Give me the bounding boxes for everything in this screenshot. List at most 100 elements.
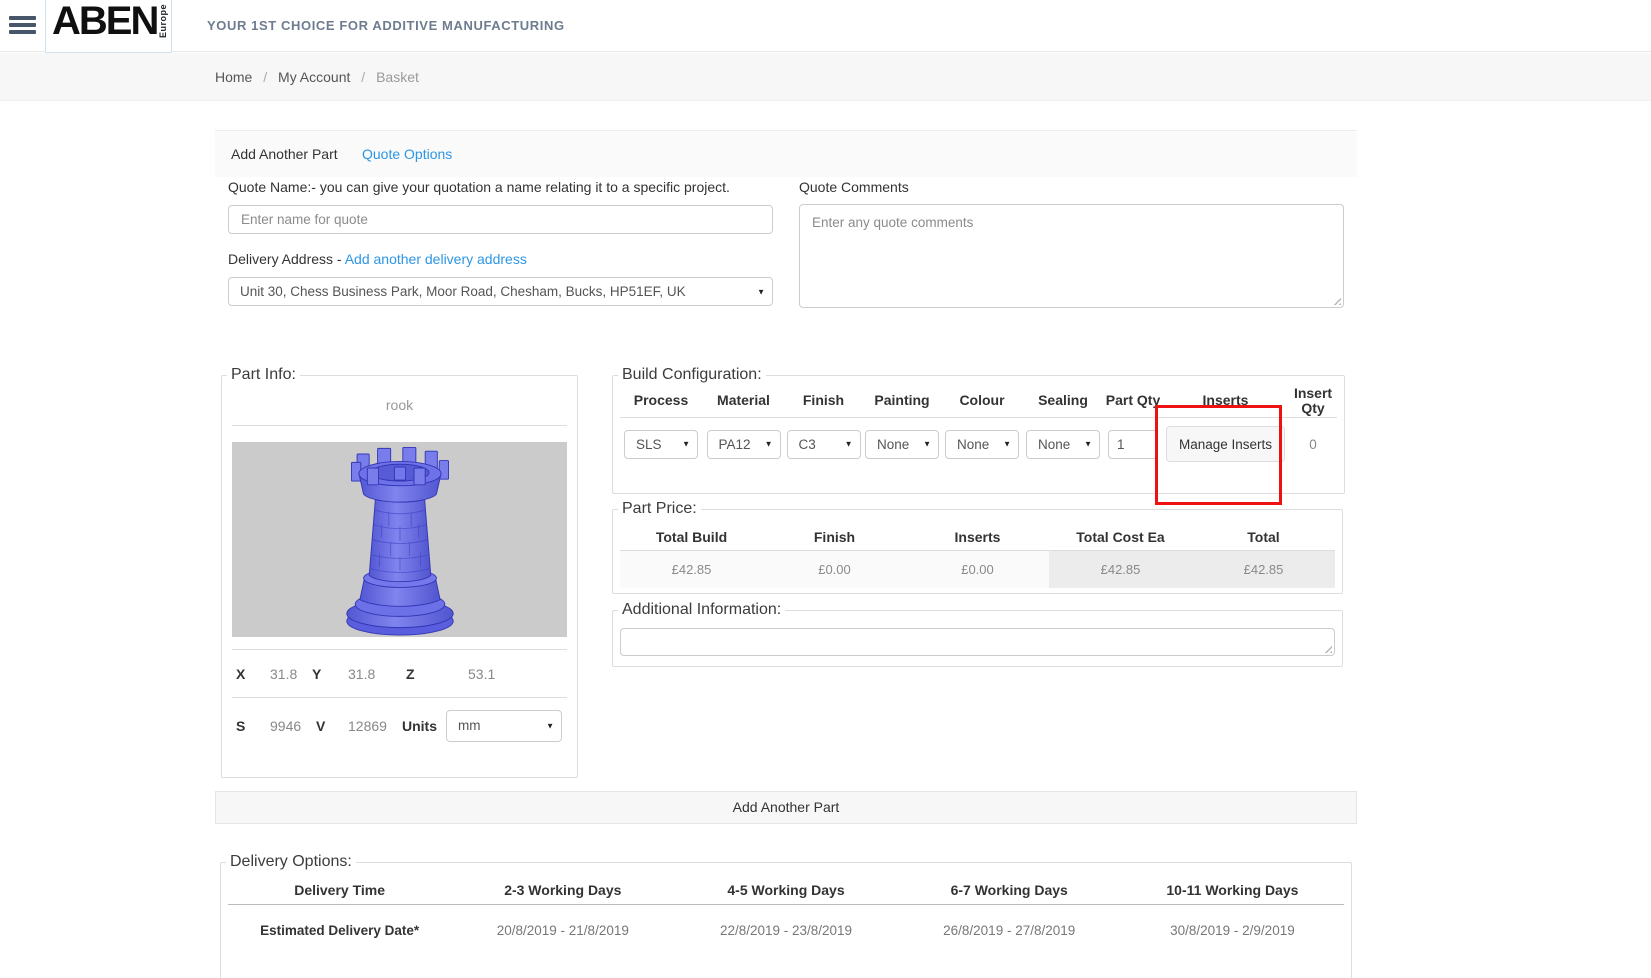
breadcrumb-separator: / — [361, 69, 366, 85]
part-info-section: Part Info: rook X 31.8 Y 31.8 Z 53.1 S 9… — [221, 366, 578, 778]
quote-comments-field — [799, 204, 1344, 308]
stat-v-label: V — [316, 717, 326, 734]
price-header-total: Total — [1192, 523, 1335, 551]
col-header-part-qty: Part Qty — [1104, 384, 1162, 418]
breadcrumb-my-account[interactable]: My Account — [278, 69, 350, 85]
price-header-finish: Finish — [763, 523, 906, 551]
tagline: YOUR 1ST CHOICE FOR ADDITIVE MANUFACTURI… — [207, 18, 565, 33]
logo-subtext: Europe — [158, 4, 169, 39]
quote-name-label: Quote Name:- you can give your quotation… — [228, 179, 730, 195]
manage-inserts-button[interactable]: Manage Inserts — [1165, 426, 1286, 462]
delivery-address-select[interactable]: Unit 30, Chess Business Park, Moor Road,… — [228, 277, 773, 306]
price-header-total-build: Total Build — [620, 523, 763, 551]
col-header-material: Material — [702, 384, 785, 418]
delivery-options-table: Delivery Time Estimated Delivery Date* 2… — [221, 875, 1351, 947]
delivery-address-label: Delivery Address - Add another delivery … — [228, 251, 527, 267]
dim-x-label: X — [236, 665, 246, 682]
add-another-part-button[interactable]: Add Another Part — [215, 791, 1357, 824]
tab-add-another-part[interactable]: Add Another Part — [231, 131, 338, 178]
part-preview-image — [232, 442, 567, 637]
part-stats-row: S 9946 V 12869 Units mm ▼ — [222, 698, 577, 753]
price-value-total-build: £42.85 — [620, 551, 763, 588]
part-preview-rook — [345, 447, 454, 636]
additional-information-input[interactable] — [620, 628, 1335, 656]
tab-strip: Add Another Part Quote Options — [215, 130, 1357, 177]
finish-select[interactable]: C3 ▼ — [786, 429, 861, 459]
dim-y-value: 31.8 — [348, 665, 376, 682]
quote-name-input[interactable] — [228, 205, 773, 234]
delivery-date-10-11: 30/8/2019 - 2/9/2019 — [1170, 923, 1295, 938]
price-value-finish: £0.00 — [763, 551, 906, 588]
tab-quote-options[interactable]: Quote Options — [362, 131, 452, 178]
delivery-header-10-11: 10-11 Working Days — [1120, 875, 1345, 905]
logo[interactable]: ABEN Europe ABEN — [45, 0, 172, 53]
part-price-legend: Part Price: — [622, 500, 697, 517]
delivery-header-2-3: 2-3 Working Days — [451, 875, 675, 905]
dim-y-label: Y — [312, 665, 322, 682]
delivery-date-2-3: 20/8/2019 - 21/8/2019 — [496, 923, 629, 938]
quote-comments-label: Quote Comments — [799, 179, 909, 195]
col-header-sealing: Sealing — [1022, 384, 1104, 418]
logo-text: ABEN — [52, 0, 159, 43]
delivery-date-4-5: 22/8/2019 - 23/8/2019 — [719, 923, 853, 938]
part-info-legend: Part Info: — [231, 366, 296, 383]
col-header-colour: Colour — [942, 384, 1022, 418]
colour-select-control[interactable]: None — [946, 430, 1018, 458]
delivery-header-6-7: 6-7 Working Days — [897, 875, 1121, 905]
delivery-address-select-control[interactable]: Unit 30, Chess Business Park, Moor Road,… — [229, 278, 772, 305]
part-qty-input[interactable] — [1108, 429, 1158, 459]
delivery-header-4-5: 4-5 Working Days — [674, 875, 898, 905]
material-select[interactable]: PA12 ▼ — [706, 429, 781, 459]
process-select[interactable]: SLS ▼ — [624, 429, 698, 459]
stat-s-label: S — [236, 717, 246, 734]
quote-comments-textarea[interactable] — [799, 204, 1344, 308]
stat-v-value: 12869 — [348, 717, 387, 734]
delivery-options-legend: Delivery Options: — [230, 853, 352, 870]
add-delivery-address-link[interactable]: Add another delivery address — [345, 251, 527, 267]
additional-information-section: Additional Information: — [612, 601, 1343, 667]
menu-icon[interactable] — [9, 16, 36, 36]
colour-select[interactable]: None ▼ — [945, 429, 1019, 459]
build-configuration-table: Process SLS ▼ Material PA12 ▼ Finish C3 … — [613, 384, 1344, 470]
sealing-select-control[interactable]: None — [1027, 430, 1099, 458]
col-header-finish: Finish — [785, 384, 862, 418]
process-select-control[interactable]: SLS — [625, 430, 697, 458]
col-header-painting: Painting — [862, 384, 942, 418]
breadcrumb-home[interactable]: Home — [215, 69, 252, 85]
dim-z-label: Z — [406, 665, 415, 682]
col-header-inserts: Inserts — [1162, 384, 1289, 418]
page: ABEN Europe ABEN YOUR 1ST CHOICE FOR ADD… — [0, 0, 1651, 978]
col-header-process: Process — [620, 384, 702, 418]
price-header-inserts: Inserts — [906, 523, 1049, 551]
sealing-select[interactable]: None ▼ — [1026, 429, 1100, 459]
dim-z-value: 53.1 — [468, 665, 496, 682]
price-value-inserts: £0.00 — [906, 551, 1049, 588]
insert-qty-value: 0 — [1309, 436, 1317, 452]
price-value-total-cost-ea: £42.85 — [1049, 551, 1192, 588]
part-price-table: Total Build £42.85 Finish £0.00 Inserts … — [613, 523, 1342, 588]
build-configuration-legend: Build Configuration: — [622, 366, 762, 383]
painting-select-control[interactable]: None — [866, 430, 938, 458]
material-select-control[interactable]: PA12 — [707, 430, 780, 458]
part-name: rook — [385, 397, 414, 413]
app-header: ABEN Europe ABEN YOUR 1ST CHOICE FOR ADD… — [0, 0, 1651, 53]
delivery-row-label: Estimated Delivery Date* — [260, 923, 420, 938]
build-configuration-section: Build Configuration: Process SLS ▼ Mater… — [612, 366, 1345, 505]
additional-information-legend: Additional Information: — [622, 601, 782, 618]
units-select-control[interactable]: mm — [447, 710, 561, 741]
delivery-address-label-text: Delivery Address - — [228, 251, 342, 267]
painting-select[interactable]: None ▼ — [865, 429, 939, 459]
delivery-date-6-7: 26/8/2019 - 27/8/2019 — [943, 923, 1076, 938]
price-header-total-cost-ea: Total Cost Ea — [1049, 523, 1192, 551]
breadcrumb: Home / My Account / Basket — [215, 53, 419, 101]
dim-x-value: 31.8 — [270, 665, 298, 682]
finish-select-control[interactable]: C3 — [787, 430, 860, 458]
units-select[interactable]: mm ▼ — [446, 709, 562, 742]
part-dimensions-row: X 31.8 Y 31.8 Z 53.1 — [222, 650, 577, 697]
units-label: Units — [402, 717, 437, 734]
breadcrumb-basket: Basket — [376, 69, 419, 85]
delivery-header-time: Delivery Time — [228, 875, 452, 905]
price-value-total: £42.85 — [1192, 551, 1335, 588]
stat-s-value: 9946 — [270, 717, 302, 734]
breadcrumb-bar: Home / My Account / Basket — [0, 53, 1651, 101]
